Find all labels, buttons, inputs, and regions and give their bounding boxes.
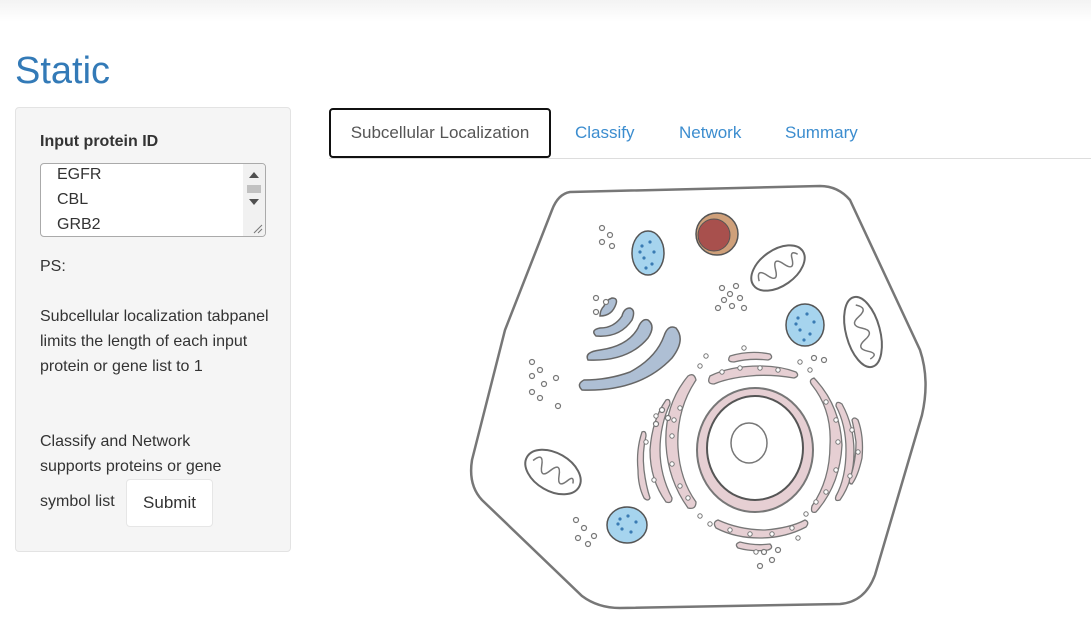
- vesicle-3: [606, 506, 648, 544]
- nucleus: [696, 387, 814, 513]
- tab-subcellular-localization[interactable]: Subcellular Localization: [329, 108, 551, 158]
- nucleolus-organelle: [695, 212, 739, 256]
- tab-bar: Subcellular Localization Classify Networ…: [329, 108, 1091, 159]
- tab-classify[interactable]: Classify: [575, 108, 635, 158]
- protein-item-egfr[interactable]: EGFR: [57, 164, 101, 187]
- vesicle-2: [785, 303, 825, 347]
- protein-item-cbl[interactable]: CBL: [57, 187, 101, 212]
- protein-list: EGFR CBL GRB2: [57, 164, 101, 236]
- scroll-thumb[interactable]: [247, 185, 261, 193]
- top-bar: [0, 0, 1091, 22]
- localization-note: Subcellular localization tabpanel limits…: [40, 308, 269, 375]
- animal-cell-diagram: [469, 184, 927, 610]
- tab-network[interactable]: Network: [679, 108, 741, 158]
- page-title: Static: [15, 50, 111, 92]
- scroll-down-icon[interactable]: [249, 199, 259, 205]
- protein-item-grb2[interactable]: GRB2: [57, 212, 101, 236]
- submit-button[interactable]: Submit: [126, 479, 213, 527]
- input-protein-label: Input protein ID: [40, 133, 159, 150]
- vesicle-1: [631, 230, 665, 276]
- scroll-up-icon[interactable]: [249, 172, 259, 178]
- tab-summary[interactable]: Summary: [785, 108, 858, 158]
- ps-label: PS:: [40, 258, 66, 275]
- classify-network-note: Classify and Network supports proteins o…: [40, 433, 222, 475]
- resize-grip-icon[interactable]: [251, 222, 263, 234]
- protein-id-listbox[interactable]: EGFR CBL GRB2: [40, 163, 266, 237]
